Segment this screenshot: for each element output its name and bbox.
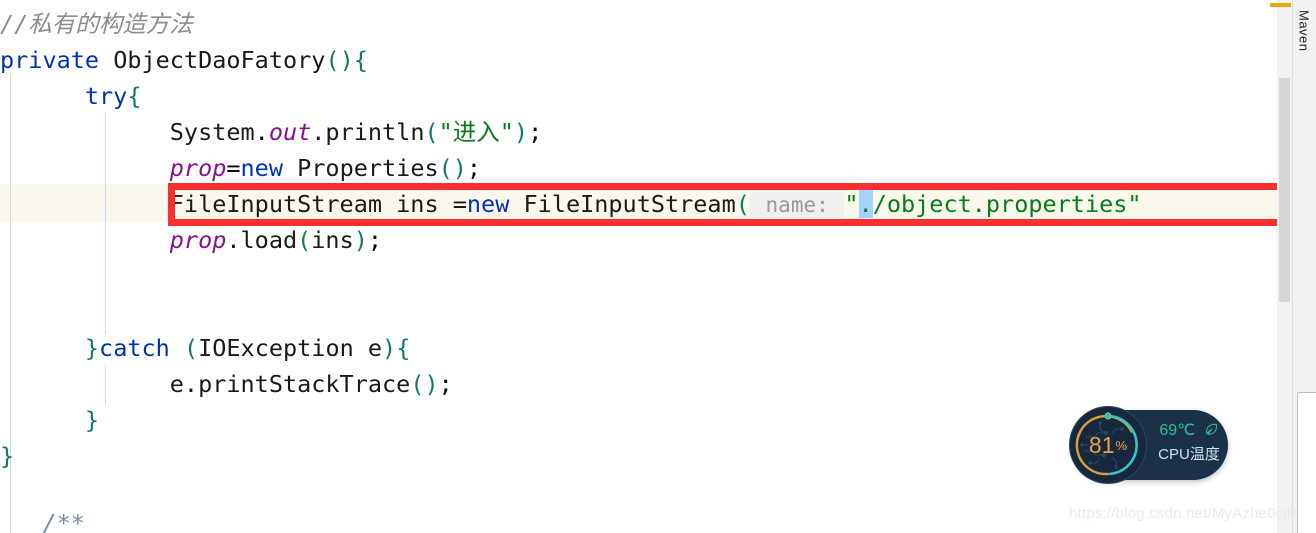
maven-tab-indicator — [1270, 3, 1291, 7]
cpu-usage-dial: 81% — [1070, 407, 1146, 483]
code-token: ( — [183, 334, 199, 362]
code-token: ; — [367, 226, 383, 254]
code-token: " — [844, 190, 859, 218]
cpu-usage-unit: % — [1115, 437, 1128, 453]
code-token: e.printStackTrace — [169, 370, 411, 398]
code-token: ObjectDaoFatory — [113, 46, 326, 74]
code-token: catch — [99, 334, 170, 362]
code-token: .load — [226, 226, 298, 254]
code-token: System — [169, 118, 255, 146]
code-token: ) — [353, 226, 368, 254]
code-token: new — [240, 154, 283, 182]
code-line[interactable] — [0, 258, 1277, 294]
code-token: ( — [297, 226, 312, 254]
code-line[interactable]: }catch (IOException e){ — [0, 330, 1277, 366]
cpu-temperature-row: 69℃ — [1154, 420, 1224, 444]
code-line[interactable]: FileInputStream ins =new FileInputStream… — [0, 186, 1277, 222]
cpu-monitor-widget[interactable]: 81% 69℃ CPU温度 — [1070, 407, 1228, 483]
maven-tab-label: Maven — [1296, 10, 1312, 52]
code-line[interactable]: prop=new Properties(); — [0, 150, 1277, 186]
code-token: out — [268, 118, 312, 146]
code-token: prop — [169, 154, 227, 182]
code-token: ) — [513, 118, 529, 146]
code-token: () — [325, 46, 354, 74]
code-line[interactable]: prop.load(ins); — [0, 222, 1277, 258]
code-token: ( — [424, 118, 439, 146]
code-token: { — [396, 334, 411, 362]
bottom-panel-edge — [1297, 392, 1316, 533]
code-token: private — [0, 46, 100, 74]
ide-editor-screenshot: //私有的构造方法 private ObjectDaoFatory(){ try{… — [0, 0, 1316, 533]
code-token: name: — [749, 192, 845, 218]
cpu-readout-group: 69℃ CPU温度 — [1154, 420, 1224, 466]
blog-watermark: https://blog.csdn.net/MyAzhe0ciB — [1069, 505, 1298, 522]
code-token: FileInputStream — [509, 190, 736, 218]
cpu-usage-value: 81% — [1070, 407, 1146, 483]
code-token: /** — [42, 509, 85, 533]
cpu-temperature-value: 69℃ — [1159, 422, 1196, 439]
code-token: = — [226, 154, 241, 182]
code-line[interactable]: e.printStackTrace(); — [0, 366, 1277, 402]
code-line[interactable]: private ObjectDaoFatory(){ — [0, 42, 1277, 78]
code-token: () — [438, 154, 467, 182]
code-token: "进入" — [438, 118, 514, 146]
code-token: ; — [466, 154, 482, 182]
code-token: } — [0, 442, 15, 470]
code-token: ) — [382, 334, 397, 362]
code-token: . — [858, 190, 873, 218]
code-token: } — [84, 406, 100, 434]
code-token: ; — [528, 118, 543, 146]
code-token: /object.properties" — [872, 190, 1142, 218]
code-line[interactable]: //私有的构造方法 — [0, 6, 1277, 42]
code-token: () — [410, 370, 439, 398]
code-token: ins — [311, 226, 354, 254]
code-token: ( — [735, 190, 750, 218]
code-token: { — [127, 82, 142, 110]
leaf-icon — [1204, 422, 1219, 444]
code-line[interactable]: System.out.println("进入"); — [0, 114, 1277, 150]
code-token: . — [254, 118, 269, 146]
cpu-usage-number: 81 — [1088, 431, 1115, 458]
code-token: } — [84, 334, 100, 362]
code-token: try — [84, 82, 128, 110]
editor-vertical-scrollbar-thumb[interactable] — [1279, 78, 1290, 302]
code-token: new — [466, 190, 510, 218]
code-token: ; — [438, 370, 453, 398]
cpu-temperature-label: CPU温度 — [1158, 446, 1220, 463]
code-line[interactable] — [0, 294, 1277, 330]
tool-window-button-maven[interactable]: Maven — [1293, 6, 1315, 96]
code-token: Properties — [282, 154, 439, 182]
code-token: .println — [311, 118, 425, 146]
code-token: IOException e — [198, 334, 383, 362]
code-token: FileInputStream ins = — [169, 190, 467, 218]
code-token: //私有的构造方法 — [0, 10, 193, 38]
code-token: { — [353, 46, 368, 74]
code-line[interactable]: try{ — [0, 78, 1277, 114]
code-token: prop — [169, 226, 227, 254]
